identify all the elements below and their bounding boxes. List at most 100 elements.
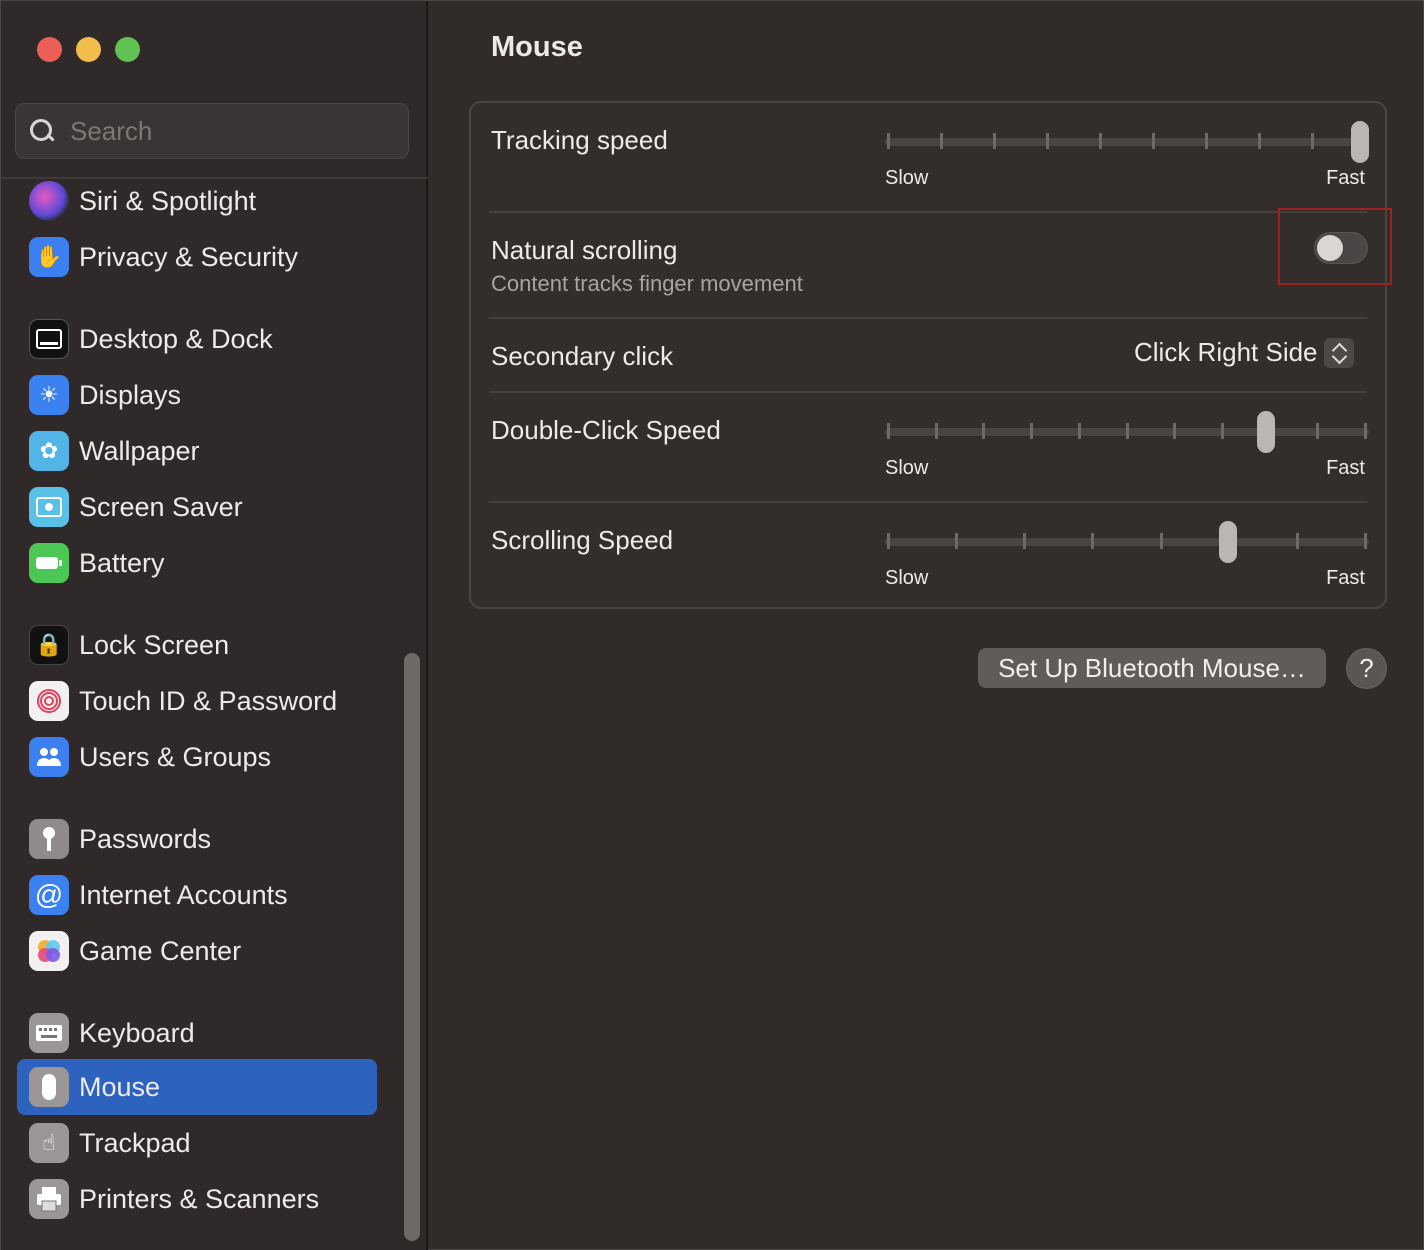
game-center-icon — [29, 931, 69, 971]
sidebar-item-internet-accounts[interactable]: @ Internet Accounts — [17, 867, 377, 923]
slider-tick — [982, 423, 986, 439]
secondary-click-popup[interactable]: Click Right Side — [1134, 337, 1354, 368]
sidebar-item-lock-screen[interactable]: 🔒 Lock Screen — [17, 617, 377, 673]
sidebar-item-battery[interactable]: Battery — [17, 535, 377, 591]
double-click-speed-label: Double-Click Speed — [491, 415, 721, 445]
slider-tick — [1125, 423, 1129, 439]
sidebar-item-label: Trackpad — [79, 1127, 191, 1158]
row-separator — [489, 211, 1367, 213]
trackpad-icon: ☝ — [29, 1123, 69, 1163]
lock-icon: 🔒 — [29, 625, 69, 665]
sidebar-item-wallpaper[interactable]: ✿ Wallpaper — [17, 423, 377, 479]
settings-window: Siri & Spotlight ✋ Privacy & Security De… — [0, 0, 1424, 1250]
scrolling-speed-min-label: Slow — [885, 567, 929, 589]
sidebar-item-desktop-dock[interactable]: Desktop & Dock — [17, 311, 377, 367]
row-separator — [489, 391, 1367, 393]
screensaver-icon — [29, 487, 69, 527]
slider-tick — [1023, 533, 1027, 549]
slider-tick — [1364, 533, 1367, 549]
siri-icon — [29, 181, 69, 221]
slider-tick — [1311, 133, 1314, 149]
page-title: Mouse — [491, 31, 583, 63]
sidebar-item-label: Battery — [79, 547, 165, 578]
sidebar-item-label: Siri & Spotlight — [79, 185, 257, 216]
natural-scrolling-label: Natural scrolling — [491, 235, 678, 265]
slider-tick — [887, 423, 890, 439]
setup-bluetooth-mouse-button[interactable]: Set Up Bluetooth Mouse… — [978, 648, 1326, 688]
sidebar-item-label: Privacy & Security — [79, 241, 299, 272]
slider-tick — [1091, 533, 1095, 549]
slider-track — [885, 138, 1369, 146]
slider-tick — [1159, 533, 1163, 549]
sidebar-item-passwords[interactable]: Passwords — [17, 811, 377, 867]
zoom-button[interactable] — [115, 37, 140, 62]
flower-icon: ✿ — [29, 431, 69, 471]
sidebar-item-mouse[interactable]: Mouse — [17, 1059, 377, 1115]
printer-icon — [29, 1179, 69, 1219]
secondary-click-label: Secondary click — [491, 341, 674, 371]
scrolling-speed-max-label: Fast — [1326, 567, 1365, 589]
slider-tick — [1295, 533, 1299, 549]
mouse-icon — [29, 1067, 69, 1107]
search-input[interactable] — [70, 115, 370, 147]
slider-tick — [934, 423, 938, 439]
sidebar-item-label: Printers & Scanners — [79, 1183, 320, 1214]
sidebar-scrollbar[interactable] — [404, 653, 420, 1241]
slider-knob[interactable] — [1218, 521, 1237, 563]
slider-tick — [1030, 423, 1034, 439]
slider-tick — [993, 133, 996, 149]
slider-tick — [887, 533, 890, 549]
hand-icon: ✋ — [29, 237, 69, 277]
scrolling-speed-label: Scrolling Speed — [491, 525, 674, 555]
sidebar-item-privacy-security[interactable]: ✋ Privacy & Security — [17, 229, 377, 285]
sidebar-item-label: Internet Accounts — [79, 879, 288, 910]
window-controls — [37, 37, 140, 62]
slider-tick — [1220, 423, 1224, 439]
double-click-min-label: Slow — [885, 457, 929, 479]
sidebar-item-touch-id[interactable]: Touch ID & Password — [17, 673, 377, 729]
sidebar-item-label: Keyboard — [79, 1017, 195, 1048]
sidebar-item-label: Screen Saver — [79, 491, 243, 522]
at-icon: @ — [29, 875, 69, 915]
sidebar-item-siri-spotlight[interactable]: Siri & Spotlight — [17, 173, 377, 229]
keyboard-icon — [29, 1013, 69, 1053]
search-icon — [28, 117, 56, 145]
sidebar-item-label: Passwords — [79, 823, 212, 854]
minimize-button[interactable] — [76, 37, 101, 62]
search-field[interactable] — [15, 103, 409, 159]
sidebar-item-game-center[interactable]: Game Center — [17, 923, 377, 979]
sidebar-item-label: Wallpaper — [79, 435, 200, 466]
slider-tick — [887, 133, 890, 149]
slider-knob[interactable] — [1257, 411, 1276, 453]
sidebar: Siri & Spotlight ✋ Privacy & Security De… — [1, 1, 428, 1250]
sidebar-item-trackpad[interactable]: ☝ Trackpad — [17, 1115, 377, 1171]
slider-tick — [1364, 423, 1367, 439]
slider-tick — [1258, 133, 1261, 149]
slider-tick — [1046, 133, 1049, 149]
natural-scrolling-sublabel: Content tracks finger movement — [491, 271, 803, 296]
close-button[interactable] — [37, 37, 62, 62]
help-button[interactable]: ? — [1346, 648, 1387, 689]
sidebar-item-screen-saver[interactable]: Screen Saver — [17, 479, 377, 535]
scrolling-speed-slider[interactable] — [885, 521, 1369, 563]
sidebar-item-printers-scanners[interactable]: Printers & Scanners — [17, 1171, 377, 1227]
tracking-speed-slider[interactable] — [885, 121, 1369, 163]
key-icon — [29, 819, 69, 859]
slider-tick — [1152, 133, 1155, 149]
row-separator — [489, 317, 1367, 319]
chevron-updown-icon — [1323, 337, 1354, 368]
slider-tick — [1099, 133, 1102, 149]
slider-tick — [955, 533, 959, 549]
sun-icon: ☀ — [29, 375, 69, 415]
sidebar-item-users-groups[interactable]: Users & Groups — [17, 729, 377, 785]
dock-icon — [29, 319, 69, 359]
slider-knob[interactable] — [1351, 121, 1369, 163]
tracking-speed-min-label: Slow — [885, 167, 929, 189]
double-click-speed-slider[interactable] — [885, 411, 1369, 453]
sidebar-item-label: Displays — [79, 379, 182, 410]
tracking-speed-max-label: Fast — [1326, 167, 1365, 189]
slider-tick — [1173, 423, 1177, 439]
sidebar-item-label: Users & Groups — [79, 741, 272, 772]
sidebar-item-displays[interactable]: ☀ Displays — [17, 367, 377, 423]
sidebar-item-keyboard[interactable]: Keyboard — [17, 1005, 377, 1061]
